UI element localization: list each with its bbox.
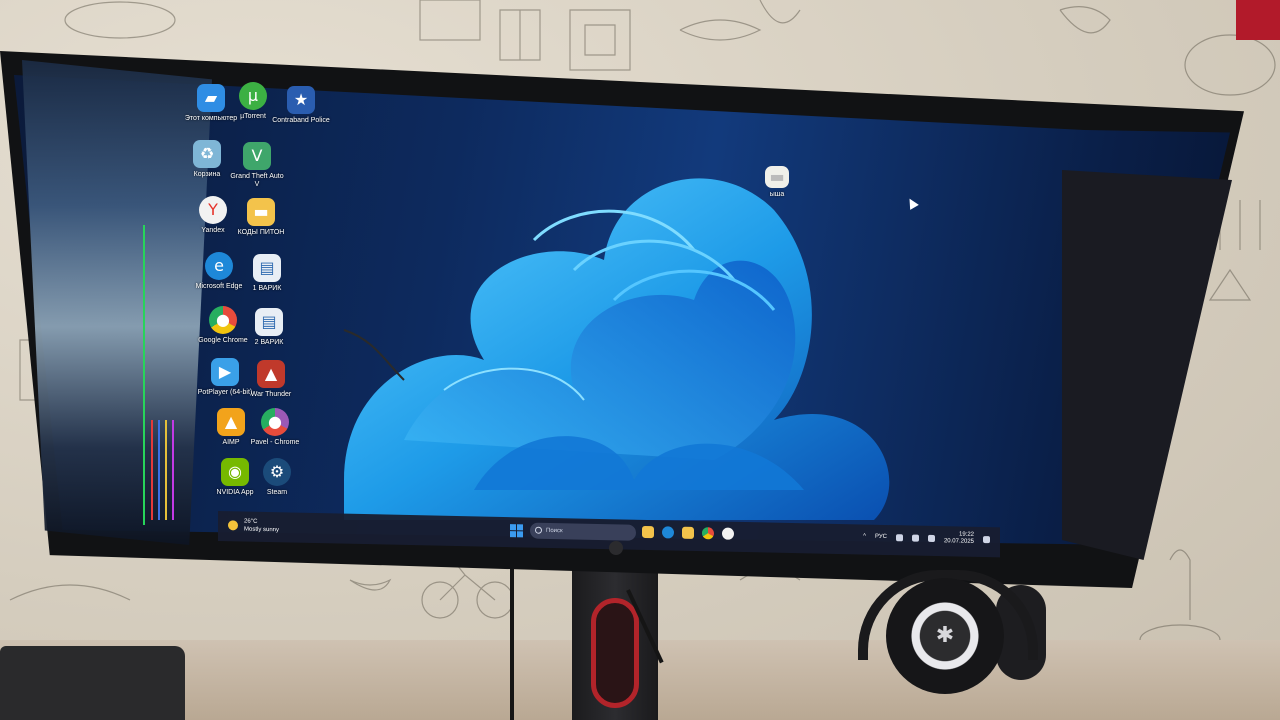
battery-icon[interactable] [927, 534, 935, 542]
spider-logo-icon: ✱ [935, 623, 955, 648]
desktop-icon-war-thunder[interactable]: ▲ War Thunder [242, 360, 300, 399]
desktop-icon-label: Grand Theft Auto V [230, 173, 284, 188]
cable [510, 560, 514, 720]
desktop-icon-pavel-chrome[interactable]: ● Pavel - Chrome [246, 408, 304, 447]
windows-logo-pane [510, 531, 516, 538]
folder-icon: ▬ [247, 198, 275, 226]
chevron-up-icon[interactable]: ^ [863, 534, 866, 540]
desktop-icon-label: 2 ВАРИК [254, 339, 284, 346]
folder-icon: ▬ [765, 166, 789, 188]
yandex-icon[interactable] [722, 527, 734, 540]
utorrent-icon: µ [239, 82, 267, 110]
gta-icon: V [243, 142, 271, 170]
dead-pixel-line [143, 225, 145, 525]
notification-icon[interactable] [983, 535, 990, 543]
desktop-icon-variant-2[interactable]: ▤ 2 ВАРИК [240, 308, 298, 347]
stand-cable-ring [591, 598, 639, 708]
search-box[interactable]: Поиск [530, 522, 636, 541]
desktop-icon-folder[interactable]: ▬ ыша [748, 166, 806, 199]
weather-text: 26°C Mostly sunny [244, 518, 279, 535]
play-icon: ▶ [211, 358, 239, 386]
aimp-icon: ▲ [217, 408, 245, 436]
sun-icon [228, 520, 238, 531]
dark-device [0, 646, 185, 720]
desktop-icon-steam[interactable]: ⚙ Steam [248, 458, 306, 497]
chrome-icon[interactable] [702, 527, 714, 540]
dead-pixel-line [165, 420, 167, 520]
python-file-icon: ▤ [255, 308, 283, 336]
language-indicator[interactable]: РУС [875, 534, 887, 540]
time: 19:22 [958, 531, 974, 538]
file-explorer-icon[interactable] [642, 525, 654, 539]
date: 20.07.2025 [943, 538, 974, 545]
windows-logo-pane [510, 524, 516, 531]
network-icon[interactable] [895, 533, 903, 541]
dead-pixel-line [158, 420, 160, 520]
desktop-icon-kody-piton[interactable]: ▬ КОДЫ ПИТОН [232, 198, 290, 237]
pinned-apps [642, 525, 734, 540]
search-icon [535, 526, 542, 534]
weather-desc: Mostly sunny [244, 526, 280, 534]
red-object [1236, 0, 1280, 40]
desktop-icon-label: Pavel - Chrome [250, 439, 300, 446]
start-button[interactable] [510, 524, 523, 538]
desktop-icon-label: 1 ВАРИК [252, 285, 282, 292]
system-tray: ^ РУС 19:22 20.07.2025 [863, 530, 990, 547]
edge-icon: e [205, 252, 233, 280]
edge-icon[interactable] [662, 526, 674, 539]
clock[interactable]: 19:22 20.07.2025 [944, 531, 974, 546]
desktop-icon-gta-v[interactable]: V Grand Theft Auto V [228, 142, 286, 189]
dead-pixel-line [151, 420, 153, 520]
desktop-icon-label: ыша [769, 191, 785, 198]
dead-pixel-line [172, 420, 174, 520]
war-thunder-icon: ▲ [257, 360, 285, 388]
desktop-icon-label: War Thunder [250, 391, 292, 398]
screen-damage-area [22, 60, 212, 545]
chrome-icon: ● [209, 306, 237, 334]
python-file-icon: ▤ [253, 254, 281, 282]
windows-logo-pane [517, 531, 523, 538]
volume-icon[interactable] [911, 534, 919, 542]
nvidia-icon: ◉ [221, 458, 249, 486]
steam-icon: ⚙ [263, 458, 291, 486]
search-placeholder: Поиск [546, 527, 563, 535]
contraband-police-icon: ★ [287, 86, 315, 114]
desktop-icon-variant-1[interactable]: ▤ 1 ВАРИК [238, 254, 296, 293]
monitor-icon: ▰ [197, 84, 225, 112]
weather-temp: 26°C [244, 518, 258, 525]
desktop-icon-contraband-police[interactable]: ★ Contraband Police [272, 86, 330, 125]
windows-logo-pane [517, 524, 523, 531]
desktop-icon-label: Contraband Police [272, 117, 330, 124]
yandex-icon: Y [199, 196, 227, 224]
desktop-icon-label: КОДЫ ПИТОН [237, 229, 285, 236]
monitor-logo [609, 541, 623, 555]
recycle-bin-icon: ♻ [193, 140, 221, 168]
desktop-icon-label: Steam [266, 489, 288, 496]
chrome-profile-icon: ● [261, 408, 289, 436]
folder-icon[interactable] [682, 526, 694, 539]
